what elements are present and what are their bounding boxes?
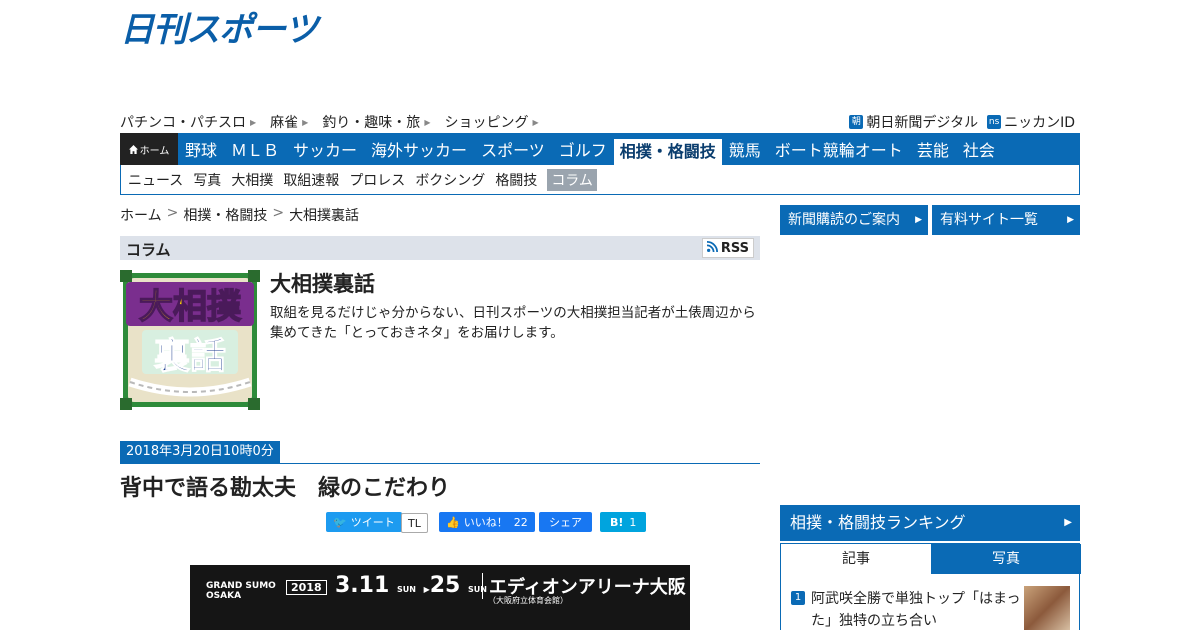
banner-brand: GRAND SUMO OSAKA xyxy=(206,581,276,601)
breadcrumb-separator: > xyxy=(272,205,285,221)
subnav-grand-sumo[interactable]: 大相撲 xyxy=(231,170,273,190)
nikkan-id-link[interactable]: ns ニッカンID xyxy=(987,113,1075,131)
column-section-header: コラム RSS xyxy=(120,236,760,260)
chevron-right-icon: ▶ xyxy=(915,215,922,225)
article-date-bar: 2018年3月20日10時0分 xyxy=(120,441,760,464)
ranking-tab-articles[interactable]: 記事 xyxy=(781,544,931,574)
nav-sports[interactable]: スポーツ xyxy=(474,133,552,165)
subnav-bout-results[interactable]: 取組速報 xyxy=(283,170,339,190)
hatena-icon: B! xyxy=(610,515,624,529)
nav-overseas-soccer[interactable]: 海外サッカー xyxy=(364,133,474,165)
nav-entertainment[interactable]: 芸能 xyxy=(910,133,956,165)
arrow-icon: ▶ xyxy=(424,117,431,127)
ranking-item-title: 阿武咲全勝で単独トップ「はまった」独特の立ち合い xyxy=(811,591,1021,629)
ranking-header[interactable]: 相撲・格闘技ランキング ▶ xyxy=(780,505,1080,541)
facebook-like-button[interactable]: 👍 いいね！ 22 xyxy=(439,512,535,532)
nav-society[interactable]: 社会 xyxy=(956,133,1002,165)
breadcrumb-sumo[interactable]: 相撲・格闘技 xyxy=(183,205,267,225)
thumbs-up-icon: 👍 xyxy=(446,515,460,529)
subnav-news[interactable]: ニュース xyxy=(128,170,183,190)
hatena-bookmark-button[interactable]: B! 1 xyxy=(600,512,647,532)
banner-year: 2018 xyxy=(286,580,327,595)
twitter-timeline-button[interactable]: TL xyxy=(401,513,428,533)
twitter-bird-icon: 🐦 xyxy=(333,515,347,529)
nav-soccer[interactable]: サッカー xyxy=(286,133,364,165)
top-link-shopping[interactable]: ショッピング ▶ xyxy=(444,113,538,131)
subscription-guide-button[interactable]: 新聞購読のご案内 ▶ xyxy=(780,205,928,235)
tweet-button[interactable]: 🐦 ツイート xyxy=(326,512,402,532)
top-links: パチンコ・パチスロ ▶ 麻雀 ▶ 釣り・趣味・旅 ▶ ショッピング ▶ xyxy=(120,113,553,131)
banner-dates: 3.11 SUN ▶25 SUN xyxy=(335,573,487,598)
banner-venue-sub: （大阪府立体育会館） xyxy=(488,596,568,605)
nikkan-sports-logo[interactable]: 日刊スポーツ xyxy=(120,10,318,50)
subnav-photos[interactable]: 写真 xyxy=(193,170,221,190)
chevron-right-icon: ▶ xyxy=(1067,215,1074,225)
ranking-panel: 記事 写真 1 阿武咲全勝で単独トップ「はまった」独特の立ち合い xyxy=(780,543,1081,630)
nav-boat-keirin-auto[interactable]: ボート競輪オート xyxy=(768,133,910,165)
column-description: 取組を見るだけじゃ分からない、日刊スポーツの大相撲担当記者が土俵周辺から集めてき… xyxy=(270,305,756,341)
arrow-icon: ▶ xyxy=(250,117,257,127)
asahi-digital-link[interactable]: 朝朝日新聞デジタル xyxy=(849,113,978,131)
column-logo: 大相撲 裏話 xyxy=(120,270,260,410)
nav-baseball[interactable]: 野球 xyxy=(178,133,224,165)
chevron-right-icon: ▶ xyxy=(1064,517,1072,528)
breadcrumb-home[interactable]: ホーム xyxy=(120,205,162,225)
nav-sumo-martial-arts[interactable]: 相撲・格闘技 xyxy=(613,139,722,165)
top-link-pachinko[interactable]: パチンコ・パチスロ ▶ xyxy=(120,113,256,131)
breadcrumb: ホーム > 相撲・格闘技 > 大相撲裏話 xyxy=(120,205,359,225)
nikkan-id-icon: ns xyxy=(987,115,1002,129)
asahi-icon: 朝 xyxy=(849,115,864,129)
breadcrumb-separator: > xyxy=(166,205,179,221)
ranking-item[interactable]: 1 阿武咲全勝で単独トップ「はまった」独特の立ち合い xyxy=(791,588,1026,630)
home-icon xyxy=(128,144,138,154)
subnav-column[interactable]: コラム xyxy=(547,168,597,191)
arrow-icon: ▶ xyxy=(302,117,309,127)
nav-home[interactable]: ホーム xyxy=(120,133,178,165)
sub-nav: ニュース 写真 大相撲 取組速報 プロレス ボクシング 格闘技 コラム xyxy=(120,165,1080,195)
breadcrumb-current: 大相撲裏話 xyxy=(289,208,360,224)
facebook-share-button[interactable]: シェア xyxy=(539,512,592,532)
svg-text:大相撲: 大相撲 xyxy=(139,287,242,327)
subnav-pro-wrestling[interactable]: プロレス xyxy=(349,170,405,190)
svg-text:裏話: 裏話 xyxy=(154,336,226,377)
ranking-thumbnail[interactable] xyxy=(1024,586,1070,630)
nav-mlb[interactable]: ＭＬＢ xyxy=(224,133,286,165)
like-count: 22 xyxy=(513,515,528,529)
column-title: 大相撲裏話 xyxy=(270,272,375,296)
rss-icon xyxy=(706,241,718,255)
nav-horse-racing[interactable]: 競馬 xyxy=(722,133,768,165)
top-link-fishing[interactable]: 釣り・趣味・旅 ▶ xyxy=(322,113,430,131)
main-nav: ホーム 野球 ＭＬＢ サッカー 海外サッカー スポーツ ゴルフ 相撲・格闘技 競… xyxy=(120,133,1080,165)
article-date: 2018年3月20日10時0分 xyxy=(120,441,280,463)
ranking-tab-photos[interactable]: 写真 xyxy=(931,544,1081,574)
rss-button[interactable]: RSS xyxy=(701,238,754,258)
account-links: 朝朝日新聞デジタル ns ニッカンID xyxy=(840,113,1075,131)
top-link-mahjong[interactable]: 麻雀 ▶ xyxy=(270,113,308,131)
subnav-boxing[interactable]: ボクシング xyxy=(415,170,485,190)
nav-golf[interactable]: ゴルフ xyxy=(552,133,614,165)
column-section-title: コラム xyxy=(126,241,171,259)
arrow-icon: ▶ xyxy=(532,117,539,127)
paid-sites-button[interactable]: 有料サイト一覧 ▶ xyxy=(932,205,1080,235)
grand-sumo-osaka-banner[interactable]: GRAND SUMO OSAKA 2018 3.11 SUN ▶25 SUN エ… xyxy=(190,565,690,630)
article-headline: 背中で語る勘太夫 緑のこだわり xyxy=(120,476,451,501)
ranking-number: 1 xyxy=(791,591,805,605)
hatena-count: 1 xyxy=(629,515,637,529)
subnav-martial-arts[interactable]: 格闘技 xyxy=(495,170,537,190)
